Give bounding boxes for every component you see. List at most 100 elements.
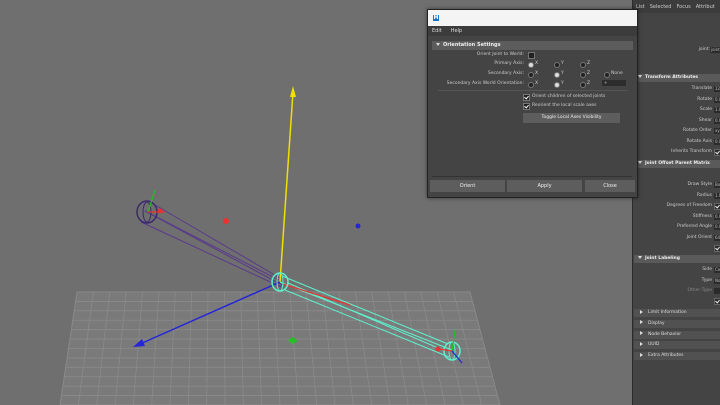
joint-attr-row: Radius1.0 (632, 192, 720, 200)
close-button[interactable]: Close (585, 180, 635, 192)
transform-row-label: Inherits Transform (671, 149, 712, 154)
primary-axis-y-radio[interactable] (554, 62, 560, 68)
secondary-world-x-label: X (535, 81, 539, 86)
joint-attr-row: Draw Style Bo (632, 181, 720, 189)
transform-row: Translate12. (632, 85, 720, 93)
orientation-settings-header[interactable]: Orientation Settings (432, 41, 633, 50)
secondary-world-x-radio[interactable] (528, 82, 534, 88)
collapsed-section[interactable]: Limit Information (634, 309, 720, 317)
joint-name-field[interactable]: joint (710, 47, 720, 53)
collapsed-section[interactable]: Display (634, 319, 720, 328)
secondary-axis-x-label: X (535, 71, 539, 76)
transform-row-value[interactable]: xyz (714, 128, 720, 134)
transform-row-value[interactable]: 12. (714, 86, 720, 92)
orient-button[interactable]: Orient (430, 180, 505, 192)
joint-attr-value[interactable]: 0.0 (714, 224, 720, 230)
secondary-world-y-label: Y (561, 81, 564, 86)
transform-row-label: Shear (698, 117, 712, 123)
joint-attr-label: Preferred Angle (677, 224, 712, 229)
labeling-checkbox[interactable] (714, 298, 720, 305)
labeling-row-label: Other Type (687, 288, 712, 293)
secondary-world-dropdown[interactable]: + (602, 80, 626, 86)
dialog-titlebar[interactable]: M (428, 10, 637, 26)
primary-axis-z-label: Z (587, 61, 591, 66)
attr-menu-focus[interactable]: Focus (676, 4, 690, 10)
labeling-row-value[interactable]: Ce (714, 267, 720, 273)
expand-triangle-icon (640, 341, 643, 346)
secondary-world-label: Secondary Axis World Orientation: (446, 81, 524, 86)
secondary-world-z-radio[interactable] (580, 82, 586, 88)
transform-row-value[interactable]: 0.0 (714, 117, 720, 124)
transform-row-label: Rotate (697, 96, 712, 102)
offset-parent-matrix-header[interactable]: Joint Offset Parent Matrix (634, 160, 720, 168)
transform-attributes-title: Transform Attributes (645, 75, 699, 80)
maya-logo-icon: M (433, 15, 439, 21)
attr-menubar: List Selected Focus Attribut (633, 0, 720, 13)
joint-labeling-title: Joint Labeling (645, 256, 680, 261)
orient-to-world-label: Orient Joint to World: (476, 52, 524, 57)
collapse-triangle-icon (638, 161, 642, 164)
x-locator-blue (355, 223, 361, 229)
secondary-axis-z-label: Z (587, 71, 591, 76)
ground-grid (59, 291, 501, 405)
transform-attributes-header[interactable]: Transform Attributes (634, 74, 720, 82)
primary-axis-z-radio[interactable] (580, 62, 586, 68)
collapsed-section[interactable]: Node Behavior (634, 330, 720, 339)
inherits-transform-checkbox[interactable] (714, 149, 720, 156)
joint-attr-label: Radius (696, 192, 712, 198)
secondary-world-z-label: Z (587, 81, 591, 86)
labeling-extra-row (632, 297, 720, 305)
dialog-menubar: Edit Help (428, 26, 637, 36)
joint-attr-row: Preferred Angle0.0 (632, 223, 720, 231)
z-locator-red (223, 218, 229, 224)
secondary-world-row: Secondary Axis World Orientation: X Y Z … (428, 80, 637, 88)
joint-attr-checkbox[interactable] (714, 245, 720, 252)
dialog-footer-separator (432, 176, 632, 177)
secondary-axis-none-radio[interactable] (604, 72, 610, 78)
orient-to-world-checkbox[interactable] (528, 52, 535, 59)
collapsed-section[interactable]: UUID (634, 341, 720, 350)
attr-menu-attributes[interactable]: Attribut (696, 4, 715, 10)
secondary-world-y-radio[interactable] (554, 82, 560, 88)
transform-row-label: Translate (691, 86, 712, 91)
labeling-row-value[interactable] (714, 288, 720, 294)
joint-attr-value[interactable]: 1.0 (714, 192, 720, 199)
attr-menu-selected[interactable]: Selected (650, 4, 672, 10)
labeling-row-value[interactable]: No (714, 277, 720, 284)
joint-attr-value[interactable]: 0.0 (714, 213, 720, 220)
joint-upper[interactable] (136, 189, 283, 288)
orient-children-checkbox[interactable] (523, 94, 530, 101)
secondary-axis-z-radio[interactable] (580, 72, 586, 78)
menu-help[interactable]: Help (451, 28, 462, 34)
joint-attr-label: Degrees of Freedom (666, 203, 712, 208)
secondary-axis-none-label: None (611, 71, 623, 76)
menu-edit[interactable]: Edit (432, 28, 442, 34)
expand-triangle-icon (640, 331, 643, 336)
expand-triangle-icon (640, 352, 643, 357)
joint-attr-value[interactable]: Bo (714, 182, 720, 188)
collapse-triangle-icon (436, 43, 440, 46)
joint-attr-label: Stiffness (692, 213, 712, 219)
apply-button[interactable]: Apply (507, 180, 582, 192)
labeling-row-label: Type (701, 277, 712, 283)
joint-attr-row: Stiffness0.0 (632, 213, 720, 221)
collapsed-section-title: Display (648, 320, 665, 326)
joint-attr-value[interactable]: 64 (714, 234, 720, 241)
joint-attr-checkbox[interactable] (714, 203, 720, 210)
transform-row-value[interactable]: 1.0 (714, 107, 720, 113)
transform-row: Scale1.0 (632, 106, 720, 114)
orientation-settings-title: Orientation Settings (443, 42, 501, 48)
collapse-triangle-icon (638, 75, 642, 78)
transform-row-value[interactable]: 0.0 (714, 138, 720, 145)
primary-axis-x-radio[interactable] (528, 62, 534, 68)
reorient-scale-checkbox[interactable] (523, 103, 530, 110)
secondary-axis-y-label: Y (561, 71, 564, 76)
transform-row-value[interactable]: 0.0 (714, 96, 720, 103)
secondary-axis-x-radio[interactable] (528, 72, 534, 78)
labeling-row: Type No (632, 277, 720, 285)
secondary-axis-y-radio[interactable] (554, 72, 560, 78)
joint-labeling-header[interactable]: Joint Labeling (634, 255, 720, 263)
labeling-row: Other Type (632, 287, 720, 295)
collapsed-section[interactable]: Extra Attributes (634, 352, 720, 361)
toggle-local-axes-button[interactable]: Toggle Local Axes Visibility (523, 113, 620, 123)
